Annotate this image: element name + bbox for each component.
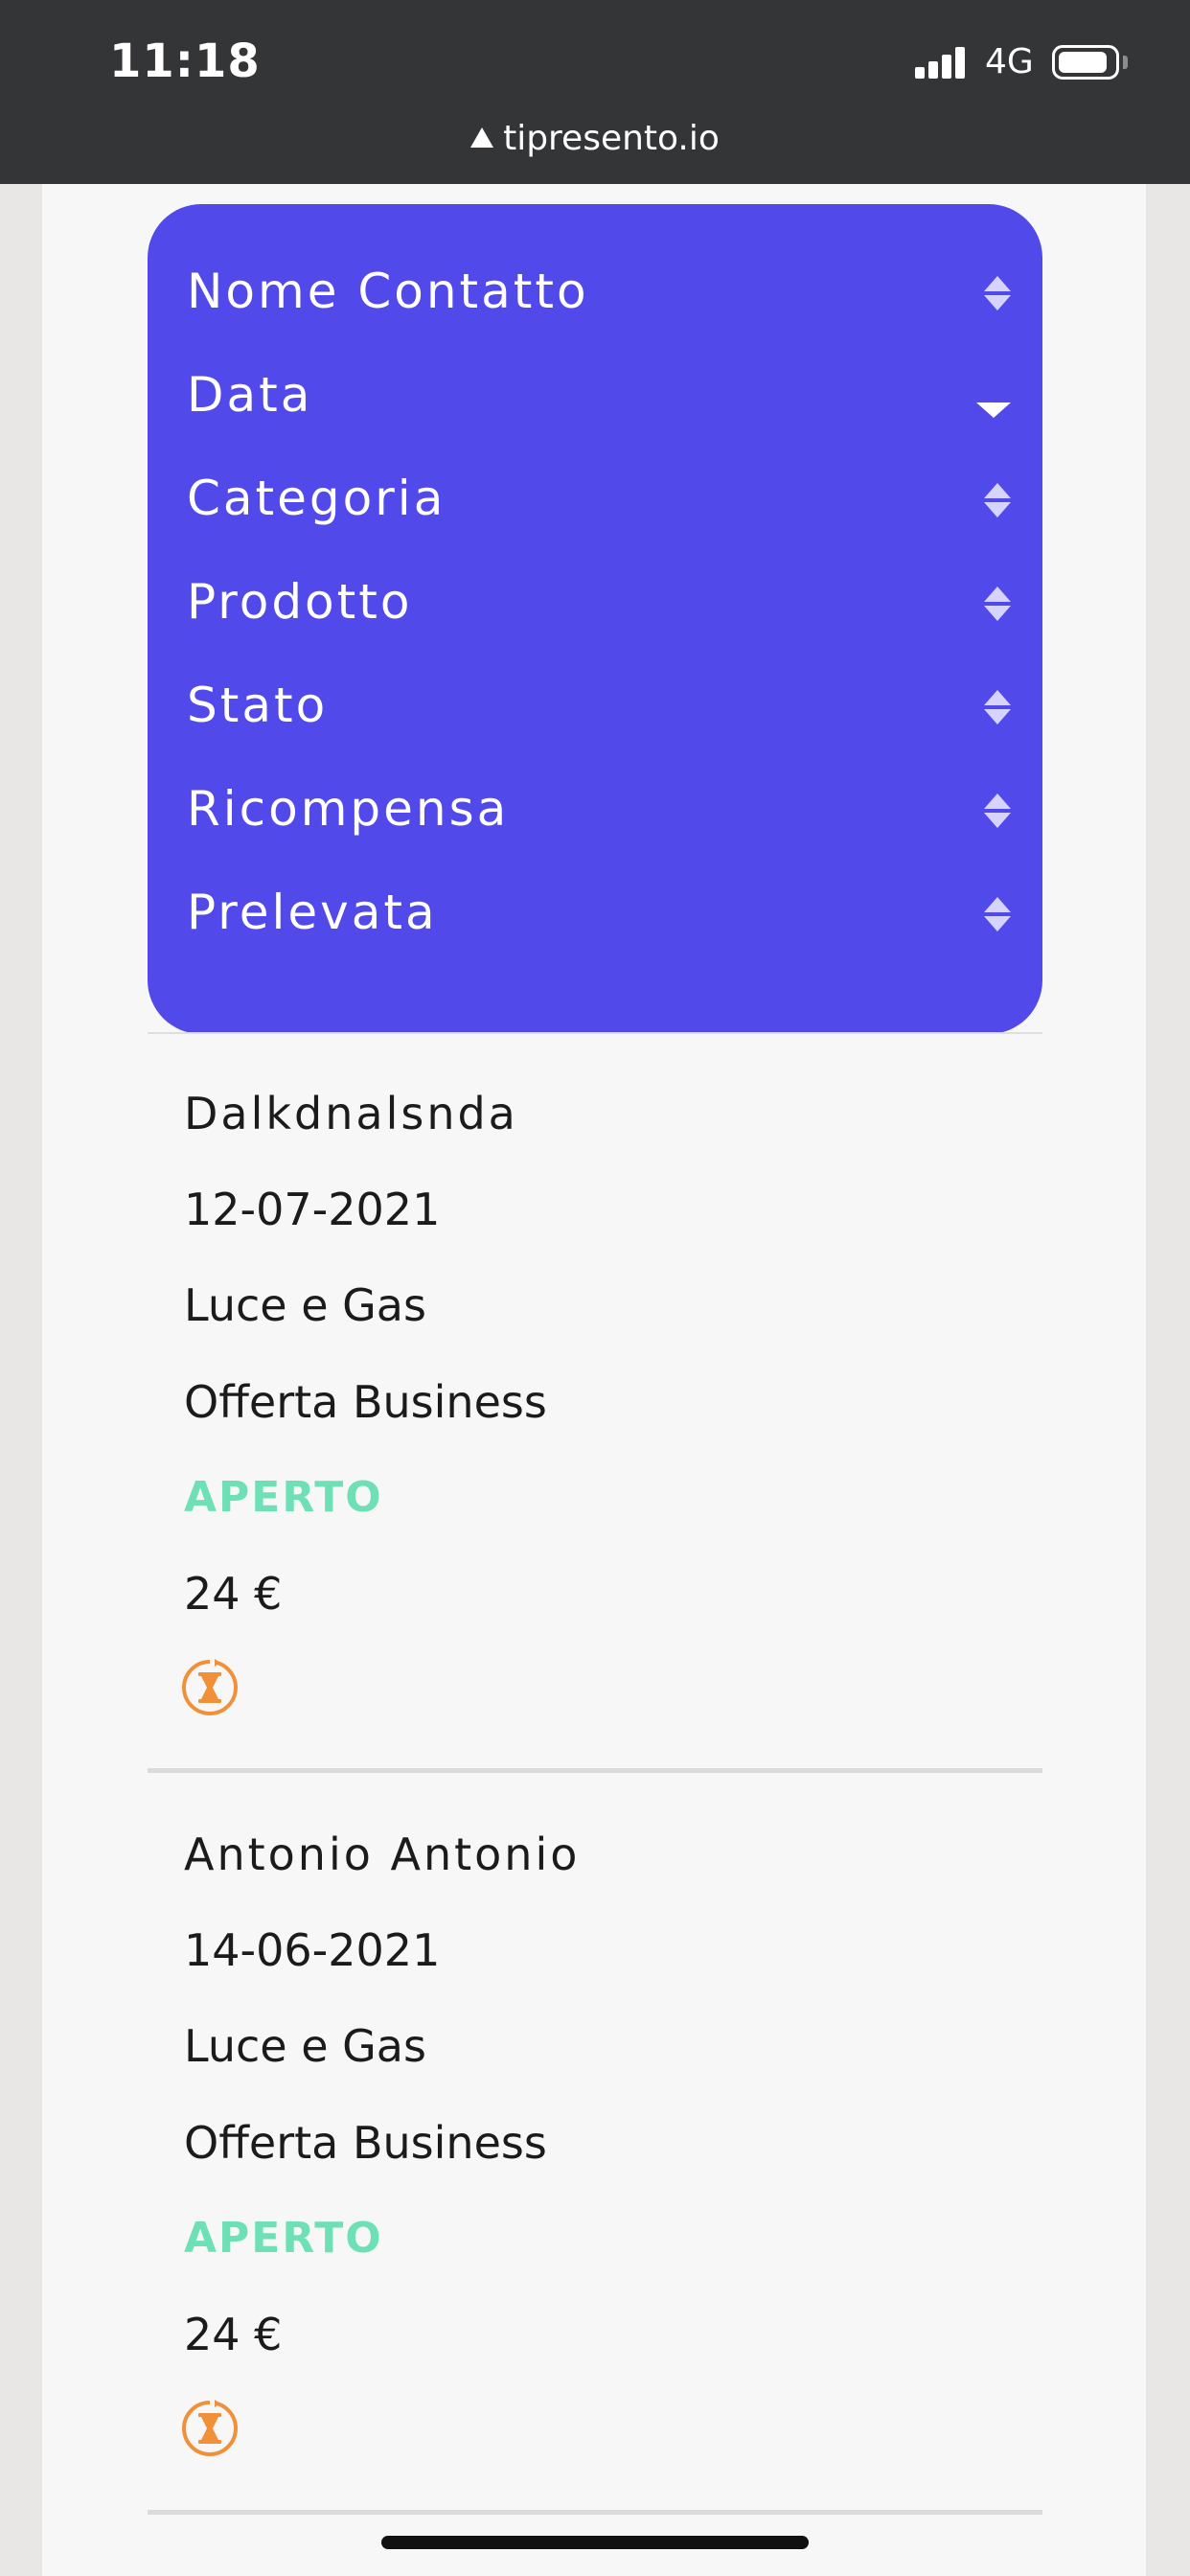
network-type: 4G <box>985 42 1034 81</box>
page-content: Nome Contatto Data Categoria Prodotto St… <box>42 184 1146 2576</box>
column-header-prelevata[interactable]: Prelevata <box>187 874 1011 951</box>
sort-icon[interactable] <box>984 586 1011 629</box>
status-bar: 11:18 4G tipresento.io <box>0 0 1190 184</box>
home-indicator[interactable] <box>381 2536 809 2549</box>
column-label: Ricompensa <box>187 781 510 837</box>
sort-icon[interactable] <box>984 690 1011 732</box>
status-time: 11:18 <box>109 34 261 88</box>
column-header-prodotto[interactable]: Prodotto <box>187 564 1011 640</box>
sort-icon[interactable] <box>984 794 1011 836</box>
column-label: Prelevata <box>187 885 438 940</box>
hourglass-pending-icon <box>182 2400 238 2456</box>
row-divider <box>148 1032 1042 1034</box>
record-product: Offerta Business <box>184 2117 547 2169</box>
sort-icon[interactable] <box>984 276 1011 318</box>
contact-name: Dalkdnalsnda <box>184 1088 518 1139</box>
row-divider <box>148 2510 1042 2515</box>
status-badge: APERTO <box>184 1473 383 1522</box>
column-header-ricompensa[interactable]: Ricompensa <box>187 770 1011 847</box>
url-text: tipresento.io <box>503 119 720 158</box>
column-header-nome-contatto[interactable]: Nome Contatto <box>187 253 1011 330</box>
column-header-data[interactable]: Data <box>187 356 1011 433</box>
url-bar[interactable]: tipresento.io <box>0 119 1190 158</box>
column-label: Data <box>187 367 313 423</box>
record-reward: 24 € <box>184 2309 283 2360</box>
sort-icon[interactable] <box>984 897 1011 939</box>
contact-name: Antonio Antonio <box>184 1828 581 1880</box>
battery-icon <box>1052 45 1119 80</box>
column-label: Nome Contatto <box>187 264 589 319</box>
column-header-stato[interactable]: Stato <box>187 667 1011 744</box>
row-divider <box>148 1768 1042 1773</box>
record-reward: 24 € <box>184 1568 283 1620</box>
record-date: 14-06-2021 <box>184 1924 441 1976</box>
record-category: Luce e Gas <box>184 2020 426 2072</box>
record-date: 12-07-2021 <box>184 1184 441 1235</box>
sort-icon[interactable] <box>984 483 1011 525</box>
hourglass-pending-icon <box>182 1659 238 1715</box>
column-label: Prodotto <box>187 574 413 630</box>
record-category: Luce e Gas <box>184 1279 426 1331</box>
status-badge: APERTO <box>184 2214 383 2263</box>
record-product: Offerta Business <box>184 1376 547 1428</box>
signal-icon <box>915 46 969 79</box>
warning-icon <box>470 127 494 148</box>
column-label: Categoria <box>187 471 446 526</box>
table-header: Nome Contatto Data Categoria Prodotto St… <box>148 204 1042 1034</box>
sort-descending-icon[interactable] <box>976 402 1011 418</box>
column-header-categoria[interactable]: Categoria <box>187 460 1011 537</box>
battery-tip <box>1123 56 1128 69</box>
column-label: Stato <box>187 678 329 733</box>
